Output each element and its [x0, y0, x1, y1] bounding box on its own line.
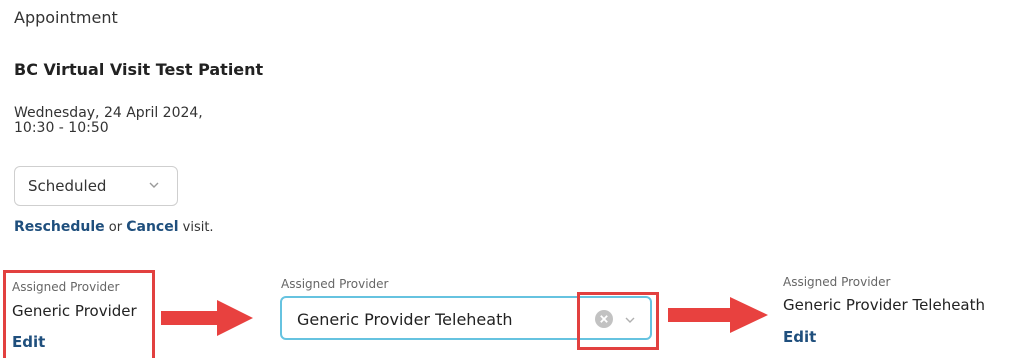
patient-name: BC Virtual Visit Test Patient	[14, 60, 264, 79]
clear-chevron-highlight	[577, 292, 659, 350]
assigned-provider-editing-label: Assigned Provider	[281, 277, 389, 291]
visit-suffix-text: visit.	[178, 220, 214, 235]
reschedule-link[interactable]: Reschedule	[14, 219, 105, 235]
assigned-provider-name: Generic Provider	[12, 302, 137, 320]
status-dropdown-value: Scheduled	[28, 177, 107, 195]
edit-provider-link[interactable]: Edit	[12, 333, 45, 351]
status-dropdown[interactable]: Scheduled	[14, 166, 178, 206]
visit-actions: Reschedule or Cancel visit.	[14, 219, 214, 235]
assigned-provider-after-name: Generic Provider Teleheath	[783, 296, 986, 314]
or-text: or	[104, 220, 127, 235]
arrow-right-icon	[668, 297, 768, 333]
arrow-right-icon	[161, 300, 253, 336]
appointment-time: 10:30 - 10:50	[14, 120, 109, 136]
page-title: Appointment	[14, 8, 118, 27]
cancel-link[interactable]: Cancel	[126, 219, 178, 235]
appointment-date: Wednesday, 24 April 2024,	[14, 105, 203, 121]
chevron-down-icon	[147, 177, 161, 196]
assigned-provider-after-label: Assigned Provider	[783, 275, 891, 289]
edit-provider-after-link[interactable]: Edit	[783, 328, 816, 346]
provider-select-value: Generic Provider Teleheath	[297, 310, 513, 329]
assigned-provider-label: Assigned Provider	[12, 280, 120, 294]
